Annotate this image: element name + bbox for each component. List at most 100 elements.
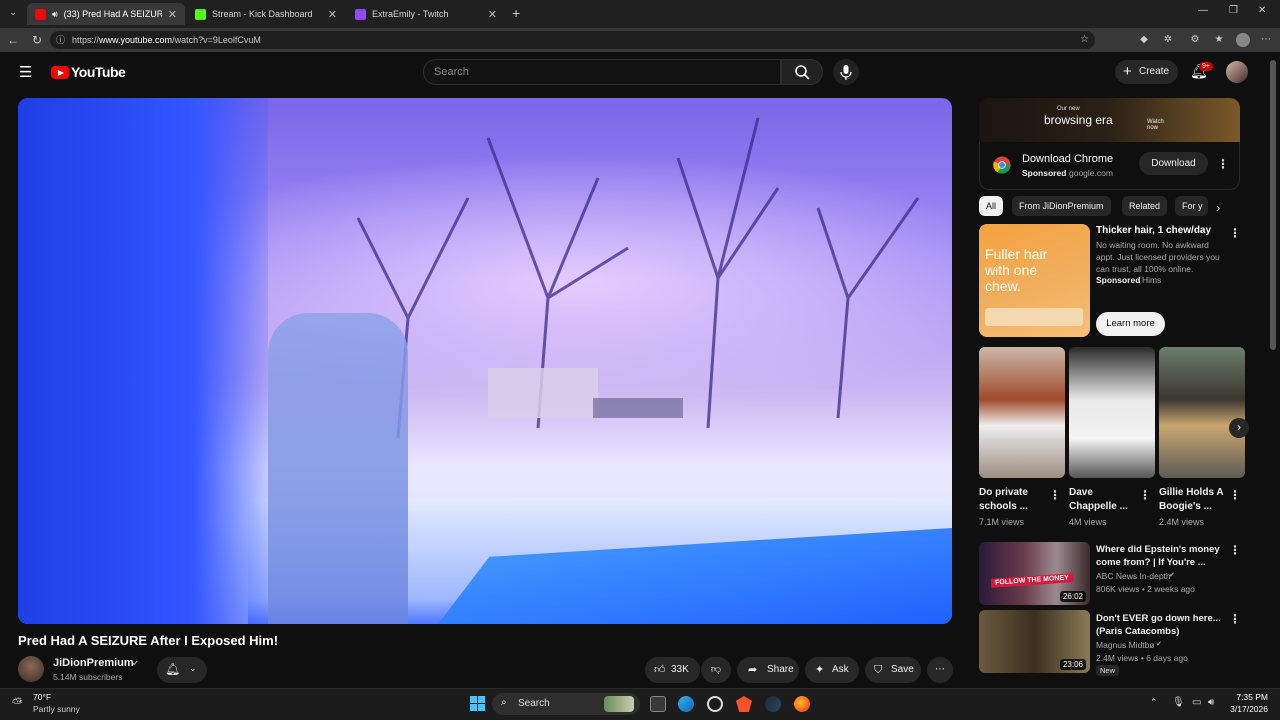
more-vertical-icon[interactable]: ⋮ xyxy=(1139,489,1151,501)
thumbnail-overlay-text: FOLLOW THE MONEY xyxy=(990,573,1074,588)
windows-start-icon[interactable] xyxy=(470,696,485,711)
youtube-logo-text[interactable]: YouTube xyxy=(71,64,126,80)
ad-banner-text: browsing era xyxy=(1044,113,1113,127)
like-button[interactable]: 👍︎ 33K xyxy=(645,657,700,683)
video-thumbnail[interactable]: 23:06 xyxy=(979,610,1090,673)
chevron-down-icon: ⌄ xyxy=(189,663,197,673)
extensions-puzzle-icon[interactable]: ✲ xyxy=(1161,33,1175,47)
account-avatar[interactable] xyxy=(1226,61,1248,83)
extension-icon[interactable]: ◆ xyxy=(1137,33,1151,47)
steam-icon[interactable] xyxy=(765,696,781,712)
more-vertical-icon[interactable]: ⋮ xyxy=(1049,489,1061,501)
browser-menu-icon[interactable]: ⋯ xyxy=(1259,33,1273,47)
more-vertical-icon[interactable]: ⋮ xyxy=(1229,544,1241,556)
hamburger-menu-icon[interactable]: ☰ xyxy=(19,63,32,81)
short-thumbnail[interactable] xyxy=(1159,347,1245,478)
video-channel[interactable]: ABC News In-depth xyxy=(1096,571,1171,581)
close-window-icon[interactable]: ✕ xyxy=(1258,5,1266,16)
promo-title[interactable]: Thicker hair, 1 chew/day xyxy=(1096,225,1211,236)
video-meta: 806K views • 2 weeks ago xyxy=(1096,584,1195,594)
task-view-icon[interactable] xyxy=(650,696,666,712)
promo-sponsored-label: Sponsored xyxy=(1096,275,1141,285)
close-tab-icon[interactable]: ✕ xyxy=(168,8,177,21)
subscription-bell-button[interactable]: 🔔︎ ⌄ xyxy=(157,657,207,683)
site-info-icon[interactable]: ⓘ xyxy=(56,31,65,49)
video-channel[interactable]: Magnus Midtbø xyxy=(1096,640,1155,650)
tab-youtube[interactable]: 🔊︎ (33) Pred Had A SEIZURE Afte ✕ xyxy=(27,3,185,25)
firefox-icon[interactable] xyxy=(794,696,810,712)
speaker-icon[interactable]: 🔊︎ xyxy=(52,9,58,20)
video-title-link[interactable]: Where did Epstein's money come from? | I… xyxy=(1096,543,1224,569)
extension-icon[interactable]: ⚙ xyxy=(1188,33,1202,47)
ad-banner-watch-text: Watch now xyxy=(1147,119,1164,131)
channel-avatar[interactable] xyxy=(18,656,44,682)
reload-icon[interactable]: ↻ xyxy=(29,32,45,48)
volume-icon[interactable]: 🔊︎ xyxy=(1208,697,1214,708)
plus-icon: + xyxy=(1123,63,1132,80)
new-tab-icon[interactable]: + xyxy=(512,5,520,21)
chrome-logo-icon xyxy=(993,156,1011,174)
short-title[interactable]: Gillie Holds A Boogie's ... xyxy=(1159,486,1229,514)
channel-name[interactable]: JiDionPremium xyxy=(53,657,134,669)
promo-thumbnail[interactable]: Fuller hair with one chew. xyxy=(979,224,1090,337)
create-button[interactable]: + Create xyxy=(1115,60,1178,84)
chevron-right-icon[interactable]: › xyxy=(1216,200,1220,215)
profile-icon[interactable] xyxy=(1236,33,1250,47)
close-tab-icon[interactable]: ✕ xyxy=(328,8,337,21)
more-vertical-icon[interactable]: ⋮ xyxy=(1217,158,1229,170)
edge-browser-icon[interactable] xyxy=(678,696,694,712)
more-horizontal-icon: ⋯ xyxy=(935,664,945,675)
video-thumbnail[interactable]: FOLLOW THE MONEY 26:02 xyxy=(979,542,1090,605)
page-scrollbar[interactable] xyxy=(1270,60,1276,350)
favorite-star-icon[interactable]: ☆ xyxy=(1080,31,1089,49)
video-meta: 2.4M views • 6 days ago xyxy=(1096,653,1188,663)
short-thumbnail[interactable] xyxy=(1069,347,1155,478)
weather-temperature[interactable]: 70°F xyxy=(33,692,51,702)
chrome-ad-banner[interactable]: Our new browsing era Watch now xyxy=(979,98,1240,142)
close-tab-icon[interactable]: ✕ xyxy=(488,8,497,21)
short-title[interactable]: Dave Chappelle ... xyxy=(1069,486,1139,514)
more-vertical-icon[interactable]: ⋮ xyxy=(1229,489,1241,501)
tab-twitch[interactable]: ExtraEmily - Twitch ✕ xyxy=(347,3,505,25)
short-title[interactable]: Do private schools ... xyxy=(979,486,1049,514)
more-vertical-icon[interactable]: ⋮ xyxy=(1229,227,1241,239)
search-button[interactable] xyxy=(781,59,823,85)
network-icon[interactable]: ▭ xyxy=(1192,697,1201,708)
taskbar-search-box[interactable]: ⌕ Search xyxy=(492,693,640,715)
save-button[interactable]: ⛉ Save xyxy=(865,657,921,683)
clock-time[interactable]: 7:35 PM xyxy=(1236,692,1268,702)
clock-date[interactable]: 3/17/2026 xyxy=(1226,704,1268,714)
voice-search-button[interactable] xyxy=(833,59,859,85)
video-player[interactable] xyxy=(18,98,952,624)
back-icon[interactable]: ← xyxy=(5,32,21,48)
dislike-button[interactable]: 👎︎ xyxy=(701,657,731,683)
youtube-logo-icon[interactable] xyxy=(51,66,69,79)
video-title-link[interactable]: Don't EVER go down here... (Paris Cataco… xyxy=(1096,612,1224,638)
favorites-icon[interactable]: ★ xyxy=(1212,33,1226,47)
notification-count-badge: 9+ xyxy=(1199,62,1213,71)
weather-icon[interactable]: ⛅︎ xyxy=(12,695,22,711)
chevron-up-icon[interactable]: ⌃ xyxy=(1150,697,1158,708)
download-button[interactable]: Download xyxy=(1139,152,1208,175)
share-button[interactable]: ➦ Share xyxy=(737,657,799,683)
chip-related[interactable]: Related xyxy=(1122,196,1168,216)
tab-list-icon[interactable]: ⌄ xyxy=(6,7,20,21)
bell-icon: 🔔︎ xyxy=(165,662,181,676)
shorts-next-button[interactable]: › xyxy=(1229,418,1249,438)
more-actions-button[interactable]: ⋯ xyxy=(927,657,953,683)
tab-kick[interactable]: Stream - Kick Dashboard ✕ xyxy=(187,3,345,25)
restore-icon[interactable]: ❐ xyxy=(1229,5,1238,16)
app-icon[interactable] xyxy=(707,696,723,712)
microphone-icon[interactable]: 🎙︎ xyxy=(1172,697,1185,708)
more-vertical-icon[interactable]: ⋮ xyxy=(1229,613,1241,625)
minimize-icon[interactable]: — xyxy=(1198,5,1208,16)
url-field[interactable]: ⓘ https://www.youtube.com/watch?v=9Leolf… xyxy=(50,31,1095,49)
chrome-ad-card[interactable]: Download Chrome Sponsored · google.com D… xyxy=(979,142,1240,190)
learn-more-button[interactable]: Learn more xyxy=(1096,312,1165,336)
chip-for-you[interactable]: For y xyxy=(1175,196,1208,216)
chip-from-channel[interactable]: From JiDionPremium xyxy=(1012,196,1111,216)
short-thumbnail[interactable] xyxy=(979,347,1065,478)
ask-button[interactable]: ✦ Ask xyxy=(805,657,859,683)
search-input[interactable]: Search xyxy=(423,59,781,85)
chip-all[interactable]: All xyxy=(979,196,1004,216)
